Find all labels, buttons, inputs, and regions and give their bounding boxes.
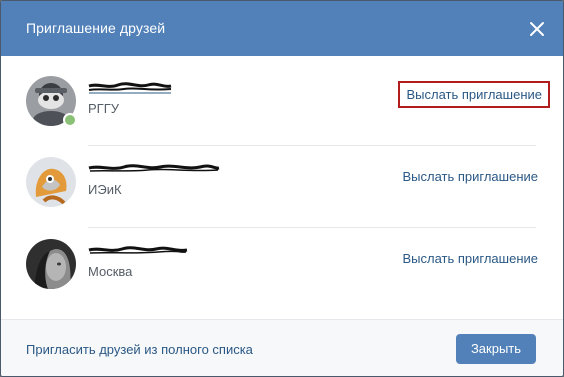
close-icon[interactable] <box>525 17 549 41</box>
send-invite-button[interactable]: Выслать приглашение <box>402 169 538 184</box>
friend-row: ИЭиК Выслать приглашение <box>26 137 538 217</box>
friend-subtitle: Москва <box>88 264 133 279</box>
dialog-header: Приглашение друзей <box>1 1 563 56</box>
friend-row: Москва Выслать приглашение <box>26 219 538 299</box>
online-indicator <box>63 113 77 127</box>
friend-row: РГГУ Выслать приглашение <box>26 56 550 136</box>
invite-from-full-list-link[interactable]: Пригласить друзей из полного списка <box>26 342 253 357</box>
close-button[interactable]: Закрыть <box>456 334 536 364</box>
avatar[interactable] <box>26 157 76 207</box>
avatar[interactable] <box>26 239 76 289</box>
send-invite-button[interactable]: Выслать приглашение <box>402 251 538 266</box>
friend-subtitle: ИЭиК <box>88 182 122 197</box>
invite-friends-dialog: Приглашение друзей РГГУ Выслать приглаше… <box>0 0 564 377</box>
dialog-footer: Пригласить друзей из полного списка Закр… <box>1 319 563 376</box>
send-invite-button[interactable]: Выслать приглашение <box>398 81 550 108</box>
dialog-title: Приглашение друзей <box>26 20 166 36</box>
friend-subtitle: РГГУ <box>88 101 120 116</box>
